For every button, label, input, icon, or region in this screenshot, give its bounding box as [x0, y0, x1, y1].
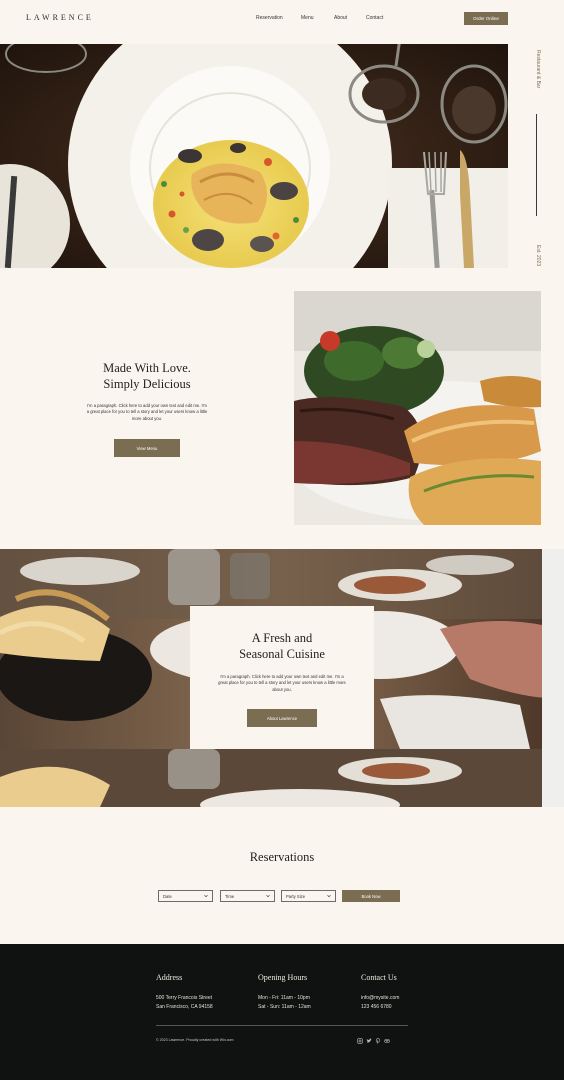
footer-address-line1: 500 Terry Francois Street	[156, 995, 213, 1001]
footer-address: 500 Terry Francois Street San Francisco,…	[156, 994, 213, 1011]
about-paragraph: I'm a paragraph. Click here to add your …	[86, 403, 208, 421]
footer-hours-line1: Mon - Fri: 11am - 10pm	[258, 995, 310, 1001]
tripadvisor-icon[interactable]	[384, 1038, 390, 1044]
footer-hours: Mon - Fri: 11am - 10pm Sat - Sun: 11am -…	[258, 994, 311, 1011]
about-heading-line2: Simply Delicious	[103, 377, 191, 391]
book-now-button[interactable]: Book Now	[342, 890, 400, 902]
view-menu-button[interactable]: View Menu	[114, 439, 180, 457]
side-divider	[536, 114, 537, 216]
date-select-label: Date	[163, 893, 172, 899]
steak-image	[294, 291, 541, 525]
side-est: Est. 2023	[531, 245, 543, 269]
fresh-heading: A Fresh and Seasonal Cuisine	[190, 630, 374, 662]
fresh-heading-line1: A Fresh and	[251, 631, 313, 645]
nav-reservation[interactable]: Reservation	[256, 15, 283, 21]
footer-hours-line2: Sat - Sun: 11am - 12am	[258, 1003, 311, 1010]
party-size-select[interactable]: Party Size	[281, 890, 336, 902]
twitter-icon[interactable]	[366, 1038, 372, 1044]
footer-contact: info@mysite.com 123 456 6780	[361, 994, 399, 1011]
hero-food-image	[0, 44, 508, 268]
side-tagline-text: Restaurant & Bar	[535, 50, 541, 89]
footer-email-link[interactable]: info@mysite.com	[361, 994, 399, 1003]
party-size-select-label: Party Size	[286, 893, 306, 899]
side-est-text: Est. 2023	[535, 245, 541, 267]
instagram-icon[interactable]	[357, 1038, 363, 1044]
footer-address-line2: San Francisco, CA 94158	[156, 1003, 213, 1010]
reservations-heading: Reservations	[249, 850, 315, 864]
time-select-label: Time	[225, 893, 235, 899]
footer-phone: 123 456 6780	[361, 1003, 392, 1010]
fresh-heading-line2: Seasonal Cuisine	[239, 647, 325, 661]
footer-hours-heading: Opening Hours	[258, 973, 308, 982]
date-select[interactable]: Date	[158, 890, 213, 902]
chevron-down-icon	[266, 895, 270, 898]
about-heading: Made With Love. Simply Delicious	[80, 360, 214, 392]
nav-contact[interactable]: Contact	[366, 15, 383, 21]
footer-divider	[156, 1025, 408, 1026]
about-heading-line1: Made With Love.	[103, 361, 191, 375]
footer	[0, 944, 564, 1080]
about-lawrence-button[interactable]: About Lawrence	[247, 709, 317, 727]
footer-address-heading: Address	[156, 973, 183, 982]
footer-copyright: © 2023 Lawrence. Proudly created with Wi…	[156, 1038, 234, 1042]
pinterest-icon[interactable]	[375, 1038, 381, 1044]
nav-about[interactable]: About	[334, 15, 347, 21]
footer-contact-heading: Contact Us	[361, 973, 397, 982]
nav-menu[interactable]: Menu	[301, 15, 314, 21]
chevron-down-icon	[204, 895, 208, 898]
site-logo[interactable]: LAWRENCE	[26, 13, 94, 22]
chevron-down-icon	[327, 895, 331, 898]
side-tagline: Restaurant & Bar	[531, 50, 543, 90]
time-select[interactable]: Time	[220, 890, 275, 902]
fresh-paragraph: I'm a paragraph. Click here to add your …	[218, 674, 346, 692]
order-online-button[interactable]: Order Online	[464, 12, 508, 25]
